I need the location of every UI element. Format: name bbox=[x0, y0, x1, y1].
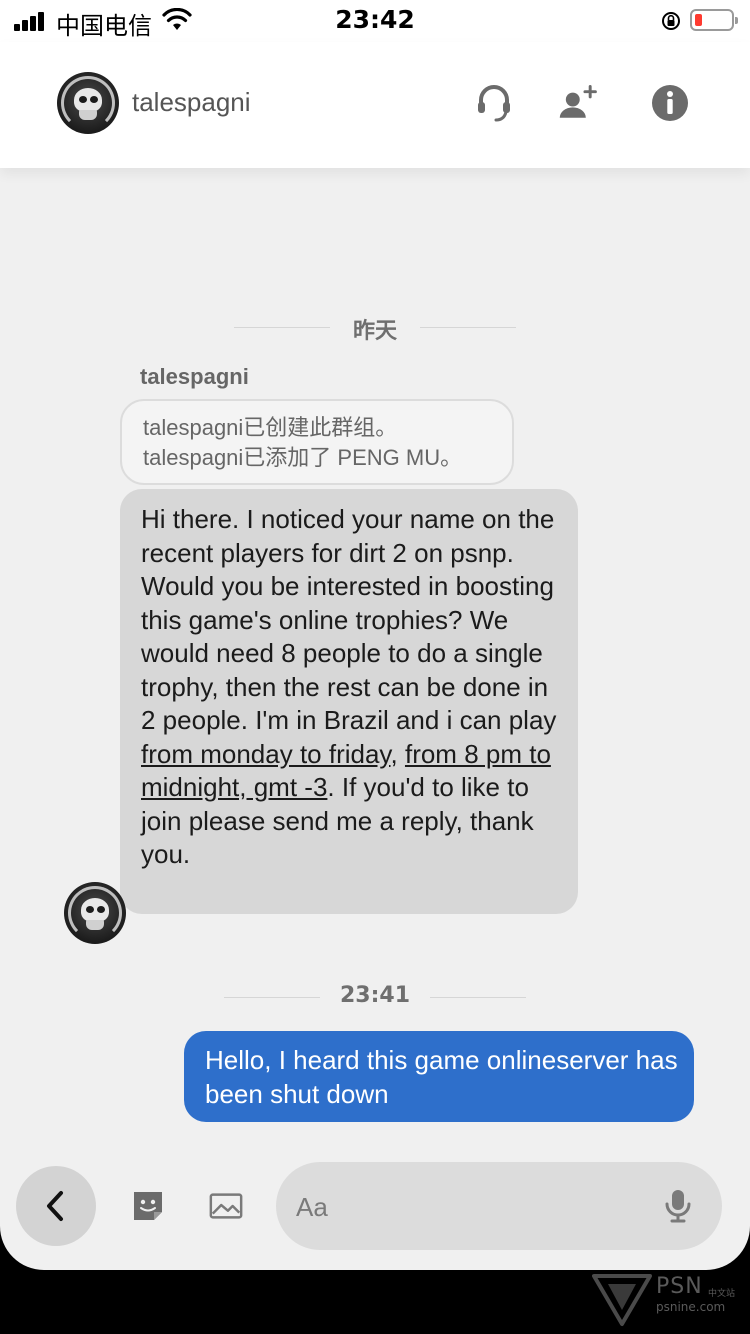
outgoing-message-bubble[interactable]: Hello, I heard this game onlineserver ha… bbox=[184, 1031, 694, 1122]
watermark-url: psnine.com bbox=[656, 1300, 726, 1314]
sticker-icon[interactable] bbox=[130, 1188, 166, 1224]
system-notice-line: talespagni已添加了 PENG MU。 bbox=[143, 445, 463, 470]
psnine-logo-icon bbox=[592, 1274, 652, 1326]
sender-avatar[interactable] bbox=[64, 882, 126, 944]
chat-screen: 中国电信 23:42 talespagni 昨天 talespagni tale… bbox=[0, 0, 750, 1270]
system-notice: talespagni已创建此群组。 talespagni已添加了 PENG MU… bbox=[120, 399, 514, 485]
time-divider-label: 23:41 bbox=[339, 983, 411, 1008]
message-text: Hello, I heard this game onlineserver ha… bbox=[205, 1045, 678, 1109]
watermark-brand: PSN bbox=[656, 1274, 703, 1299]
message-text: Hi there. I noticed your name on the rec… bbox=[141, 504, 557, 735]
microphone-icon[interactable] bbox=[664, 1188, 692, 1224]
message-text: , bbox=[390, 738, 405, 769]
time-divider: 23:41 bbox=[224, 983, 526, 1013]
back-button[interactable] bbox=[16, 1166, 96, 1246]
watermark-cn: 中文站 bbox=[708, 1289, 736, 1299]
incoming-message-bubble[interactable]: Hi there. I noticed your name on the rec… bbox=[120, 489, 578, 914]
chat-header: talespagni bbox=[0, 42, 750, 168]
status-bar: 中国电信 23:42 bbox=[0, 0, 750, 42]
battery-icon bbox=[690, 9, 738, 31]
status-time: 23:42 bbox=[335, 5, 415, 34]
psnine-watermark: PSN 中文站 psnine.com bbox=[592, 1272, 742, 1328]
sender-name: talespagni bbox=[140, 364, 249, 389]
system-notice-line: talespagni已创建此群组。 bbox=[143, 415, 398, 440]
message-input[interactable]: Aa bbox=[276, 1162, 722, 1250]
image-icon[interactable] bbox=[208, 1188, 244, 1224]
chat-title[interactable]: talespagni bbox=[132, 87, 251, 118]
day-divider-label: 昨天 bbox=[352, 319, 397, 344]
rotation-lock-icon bbox=[662, 12, 680, 30]
add-user-icon[interactable] bbox=[558, 82, 598, 124]
message-input-placeholder: Aa bbox=[296, 1192, 328, 1222]
info-icon[interactable] bbox=[650, 82, 690, 124]
avatar[interactable] bbox=[57, 72, 119, 134]
chevron-left-icon bbox=[47, 1191, 63, 1221]
day-divider: 昨天 bbox=[234, 313, 516, 344]
date-link[interactable]: from monday to friday bbox=[141, 739, 391, 769]
headset-icon[interactable] bbox=[474, 82, 514, 124]
